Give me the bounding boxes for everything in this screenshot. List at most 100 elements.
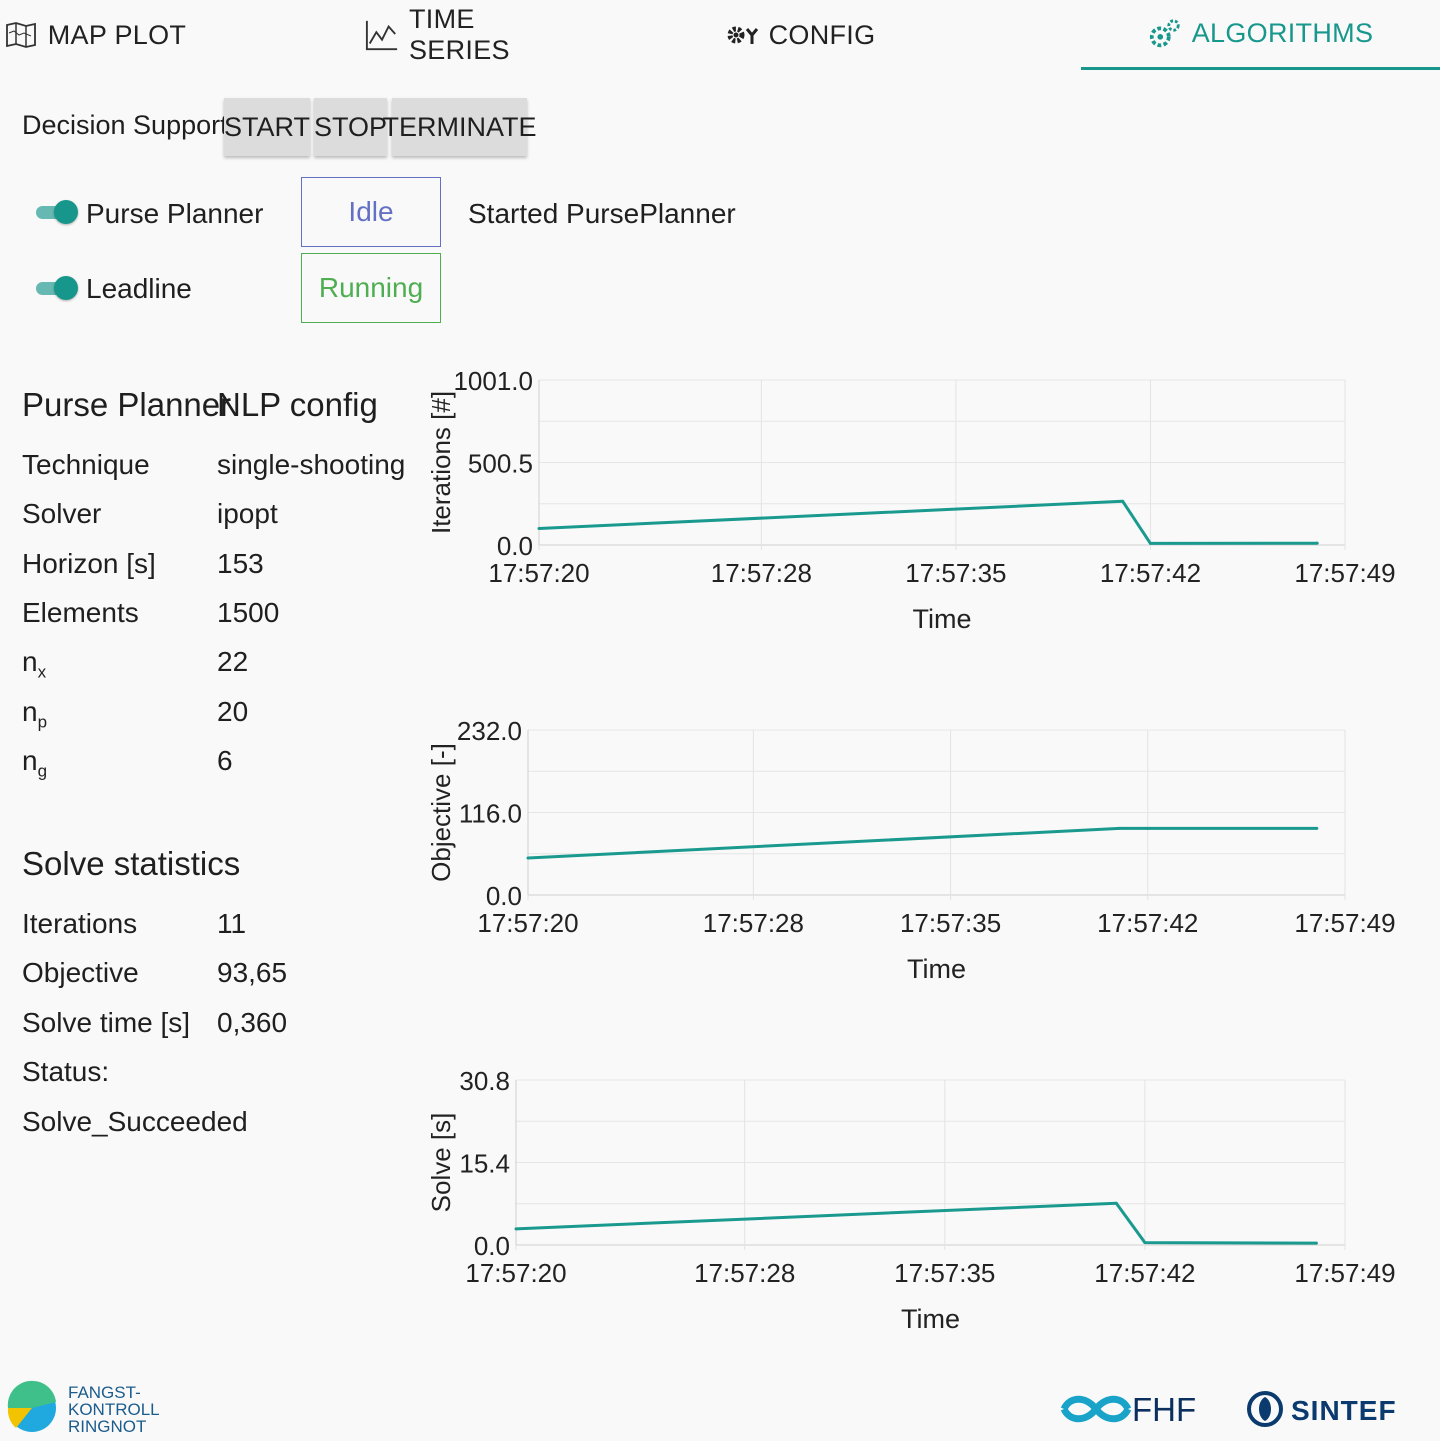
start-button[interactable]: START: [224, 98, 310, 156]
nx-symbol: n: [22, 646, 38, 677]
nlp-row-value: 22: [217, 646, 249, 677]
stats-row-label: Iterations: [22, 908, 138, 939]
stats-row-value: 93,65: [217, 957, 288, 988]
x-axis-title: Time: [907, 954, 966, 984]
stats-row-value: 11: [217, 908, 247, 939]
nlp-row-value: 20: [217, 696, 249, 727]
algorithm-gear-icon: [1148, 17, 1182, 51]
leadline-status: Running: [301, 253, 441, 323]
y-tick-label: 0.0: [474, 1231, 510, 1261]
x-tick-label: 17:57:28: [711, 558, 812, 588]
np-subscript: p: [37, 712, 48, 732]
y-axis-title: Objective [-]: [426, 743, 456, 882]
tab-label: CONFIG: [768, 19, 876, 50]
tab-time-series[interactable]: TIME SERIES: [365, 0, 565, 70]
nlp-row-label: Solver: [22, 498, 102, 529]
x-tick-label: 17:57:20: [477, 908, 578, 938]
nlp-row-label: Technique: [22, 449, 150, 480]
nlp-row-value: 153: [217, 548, 264, 579]
y-axis-title: Iterations [#]: [426, 391, 456, 534]
line-chart-icon: [365, 18, 399, 52]
top-tab-bar: MAP PLOT TIME SERIES CONFIG ALGORITHMS: [0, 0, 1440, 70]
nlp-row-label: ng: [22, 745, 47, 782]
data-point: [537, 527, 541, 531]
tab-algorithms[interactable]: ALGORITHMS: [1081, 0, 1440, 70]
data-point: [1148, 541, 1152, 545]
objective-chart-svg: 0.0 116.0 232.0 17:57:20 17:57:28 17:57:35 17:…: [426, 716, 1396, 984]
data-point: [1146, 826, 1150, 830]
x-tick-label: 17:57:49: [1294, 908, 1395, 938]
log-message: Started PursePlanner: [468, 198, 736, 229]
tab-map-plot[interactable]: MAP PLOT: [0, 0, 190, 70]
nx-subscript: x: [37, 662, 47, 682]
x-tick-label: 17:57:42: [1097, 908, 1198, 938]
x-tick-label: 17:57:49: [1294, 1258, 1395, 1288]
y-axis-title: Solve [s]: [426, 1113, 456, 1213]
series-line: [538, 499, 1318, 545]
y-tick-label: 500.5: [468, 449, 533, 479]
fangstkontroll-logo: FANGST- KONTROLL RINGNOT: [6, 1380, 186, 1436]
purse-planner-status: Idle: [301, 177, 441, 247]
stats-row-value: 0,360: [217, 1007, 288, 1038]
data-point: [1118, 826, 1122, 830]
ng-symbol: n: [22, 745, 38, 776]
sintef-text: SINTEF: [1291, 1395, 1397, 1426]
x-tick-label: 17:57:42: [1094, 1258, 1195, 1288]
gears-icon: [725, 18, 759, 52]
data-point: [1315, 541, 1319, 545]
x-tick-label: 17:57:28: [703, 908, 804, 938]
x-tick-label: 17:57:35: [894, 1258, 995, 1288]
x-axis-title: Time: [913, 604, 972, 634]
leadline-toggle[interactable]: [36, 275, 78, 301]
nlp-row-value: 1500: [217, 597, 280, 628]
nlp-row-value: 6: [217, 745, 233, 776]
data-point: [1143, 1241, 1147, 1245]
nlp-title-left: Purse Planner: [22, 386, 232, 423]
tab-config[interactable]: CONFIG: [720, 0, 880, 70]
x-tick-label: 17:57:35: [900, 908, 1001, 938]
stats-row-label: Solve time [s]: [22, 1007, 191, 1038]
data-point: [1314, 1241, 1318, 1245]
series-line: [515, 1201, 1317, 1245]
np-symbol: n: [22, 696, 38, 727]
objective-chart: 0.0 116.0 232.0 17:57:20 17:57:28 17:57:35 17:…: [415, 710, 1415, 1000]
nlp-row-value: ipopt: [217, 498, 278, 529]
data-point: [1315, 826, 1319, 830]
toggle-knob: [54, 200, 78, 224]
y-tick-label: 15.4: [459, 1149, 510, 1179]
fhf-logo: FHF: [1060, 1388, 1210, 1430]
y-tick-label: 1001.0: [453, 366, 533, 396]
nlp-row-value: single-shooting: [217, 449, 406, 480]
y-tick-label: 0.0: [486, 881, 522, 911]
y-tick-label: 30.8: [459, 1066, 510, 1096]
ng-subscript: g: [37, 761, 48, 781]
data-point: [1114, 1201, 1118, 1205]
data-point: [526, 856, 530, 860]
solve-stats-title: Solve statistics: [22, 845, 241, 882]
fhf-text: FHF: [1132, 1391, 1196, 1428]
tab-label: ALGORITHMS: [1191, 18, 1374, 48]
x-tick-label: 17:57:49: [1294, 558, 1395, 588]
x-tick-label: 17:57:28: [694, 1258, 795, 1288]
tab-label: MAP PLOT: [47, 19, 187, 50]
stop-button[interactable]: STOP: [314, 98, 387, 156]
nlp-row-label: np: [22, 696, 47, 733]
x-tick-label: 17:57:20: [465, 1258, 566, 1288]
purse-planner-label: Purse Planner: [86, 198, 264, 229]
tab-label: TIME SERIES: [409, 4, 510, 65]
nlp-title-right: NLP config: [217, 386, 378, 423]
y-tick-label: 0.0: [497, 531, 533, 561]
solve-time-chart: 0.0 15.4 30.8 17:57:20 17:57:28 17:57:35 17:57…: [415, 1060, 1415, 1350]
solve-time-chart-svg: 0.0 15.4 30.8 17:57:20 17:57:28 17:57:35 17:57…: [426, 1066, 1396, 1334]
data-point: [1121, 499, 1125, 503]
stats-row-label: Objective: [22, 957, 139, 988]
terminate-button[interactable]: TERMINATE: [383, 98, 537, 156]
x-tick-label: 17:57:35: [905, 558, 1006, 588]
iterations-chart-svg: 0.0 500.5 1001.0 17:57:20 17:57:28 17:57:35 17…: [426, 366, 1396, 634]
leadline-label: Leadline: [86, 273, 192, 304]
status-value: Solve_Succeeded: [22, 1106, 248, 1137]
iterations-chart: 0.0 500.5 1001.0 17:57:20 17:57:28 17:57:35 17…: [415, 360, 1415, 650]
decision-support-label: Decision Support: [22, 110, 228, 140]
status-label: Status:: [22, 1056, 110, 1087]
purse-planner-toggle[interactable]: [36, 199, 78, 225]
